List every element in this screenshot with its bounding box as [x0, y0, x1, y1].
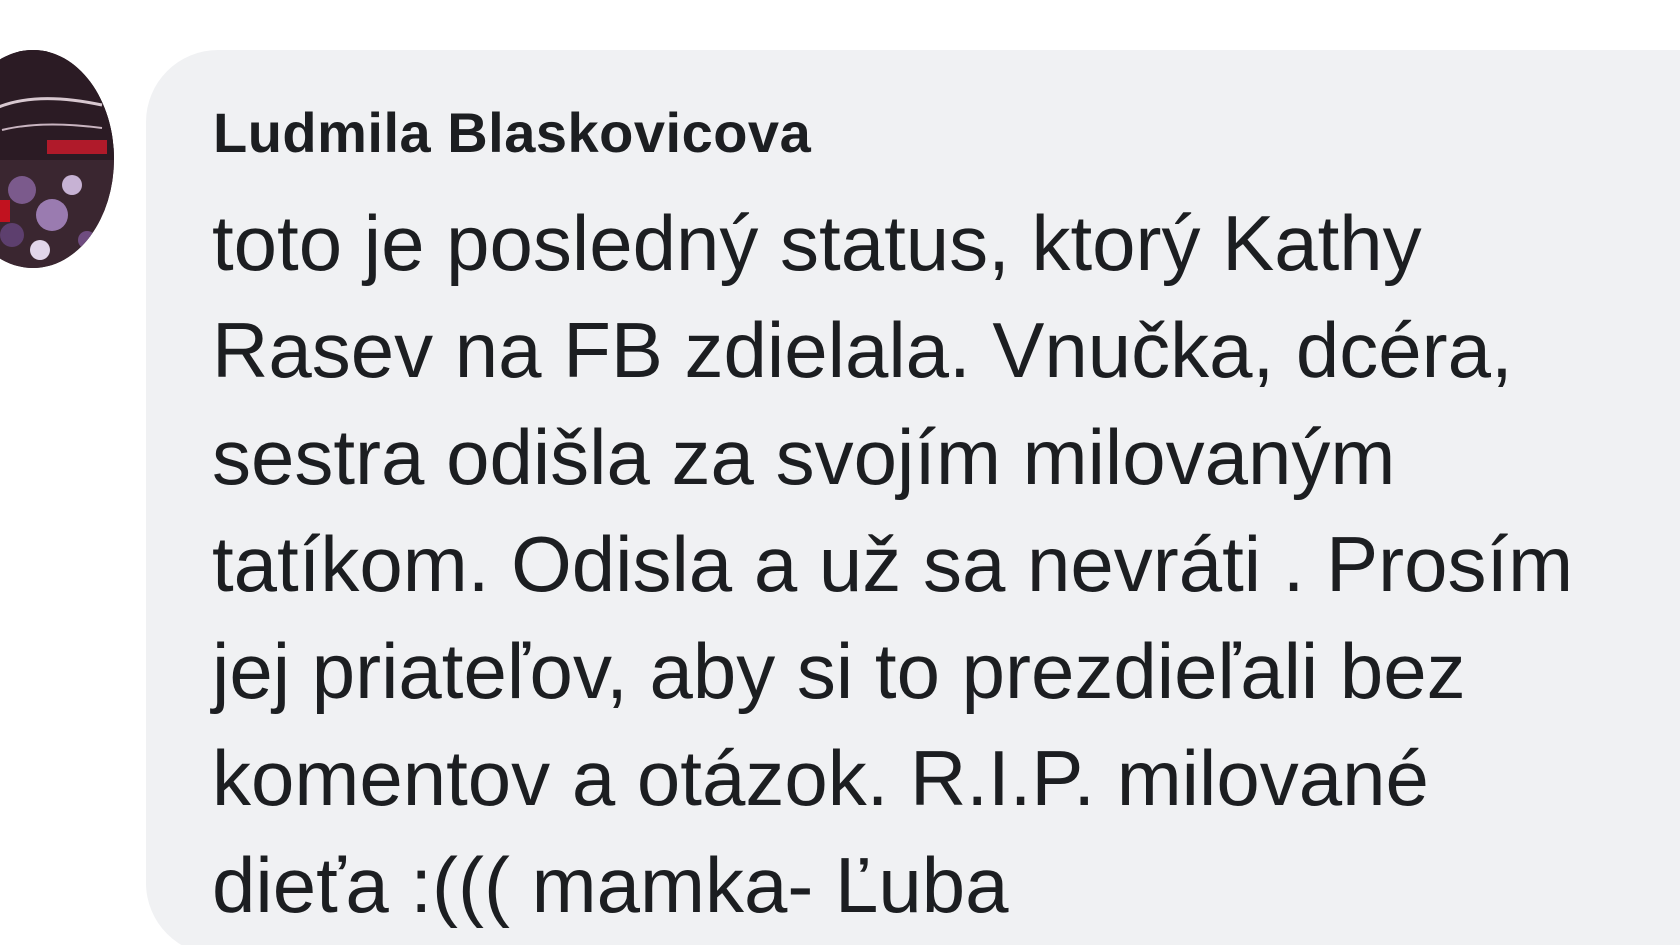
avatar-image	[0, 50, 114, 268]
avatar[interactable]	[0, 50, 114, 268]
comment-text: toto je posledný status, ktorý Kathy Ras…	[212, 199, 1574, 929]
comment-author-name[interactable]: Ludmila Blaskovicova	[213, 100, 811, 165]
comment-thread: Ludmila Blaskovicova toto je posledný st…	[0, 0, 1680, 945]
